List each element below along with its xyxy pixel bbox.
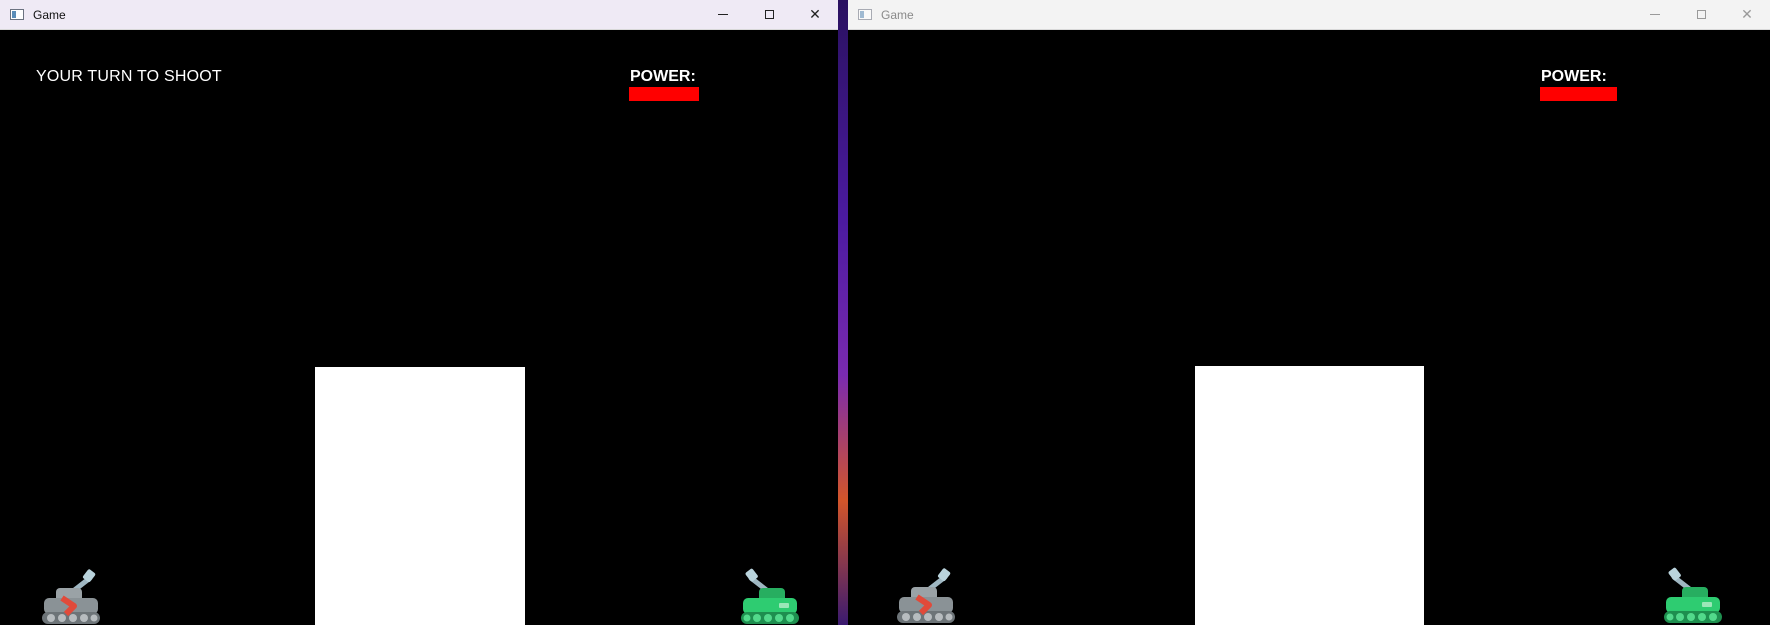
green-tank-icon	[741, 568, 799, 624]
window-controls: ✕	[1632, 0, 1770, 29]
center-wall	[315, 367, 525, 625]
window-controls: ✕	[700, 0, 838, 29]
center-wall	[1195, 366, 1424, 625]
power-bar	[1540, 87, 1617, 101]
minimize-icon	[718, 14, 728, 15]
gray-tank-icon	[897, 568, 955, 623]
power-bar-fill	[629, 87, 699, 101]
window-title: Game	[33, 7, 66, 22]
desktop-background	[838, 0, 848, 625]
power-bar-fill	[1540, 87, 1617, 101]
minimize-icon	[1650, 14, 1660, 15]
title-bar[interactable]: Game ✕	[0, 0, 838, 30]
close-button[interactable]: ✕	[792, 0, 838, 29]
close-button[interactable]: ✕	[1724, 0, 1770, 29]
turn-status: YOUR TURN TO SHOOT	[36, 68, 222, 85]
maximize-icon	[764, 10, 774, 19]
green-tank-icon	[1664, 567, 1722, 623]
minimize-button[interactable]	[1632, 0, 1678, 29]
game-window-left[interactable]: Game ✕ YOUR TURN TO SHOOT POWER:	[0, 0, 838, 625]
window-title: Game	[881, 7, 914, 22]
game-canvas[interactable]: POWER:	[848, 30, 1770, 625]
app-icon	[858, 9, 872, 20]
close-icon: ✕	[1741, 6, 1753, 22]
maximize-button[interactable]	[746, 0, 792, 29]
close-icon: ✕	[809, 6, 821, 22]
power-bar	[629, 87, 699, 101]
power-label: POWER:	[630, 68, 696, 85]
title-bar[interactable]: Game ✕	[848, 0, 1770, 30]
gray-tank-icon	[42, 569, 100, 624]
game-window-right[interactable]: Game ✕ POWER:	[848, 0, 1770, 625]
minimize-button[interactable]	[700, 0, 746, 29]
game-canvas[interactable]: YOUR TURN TO SHOOT POWER:	[0, 30, 838, 625]
power-label: POWER:	[1541, 68, 1607, 85]
app-icon	[10, 9, 24, 20]
maximize-icon	[1696, 10, 1706, 19]
maximize-button[interactable]	[1678, 0, 1724, 29]
